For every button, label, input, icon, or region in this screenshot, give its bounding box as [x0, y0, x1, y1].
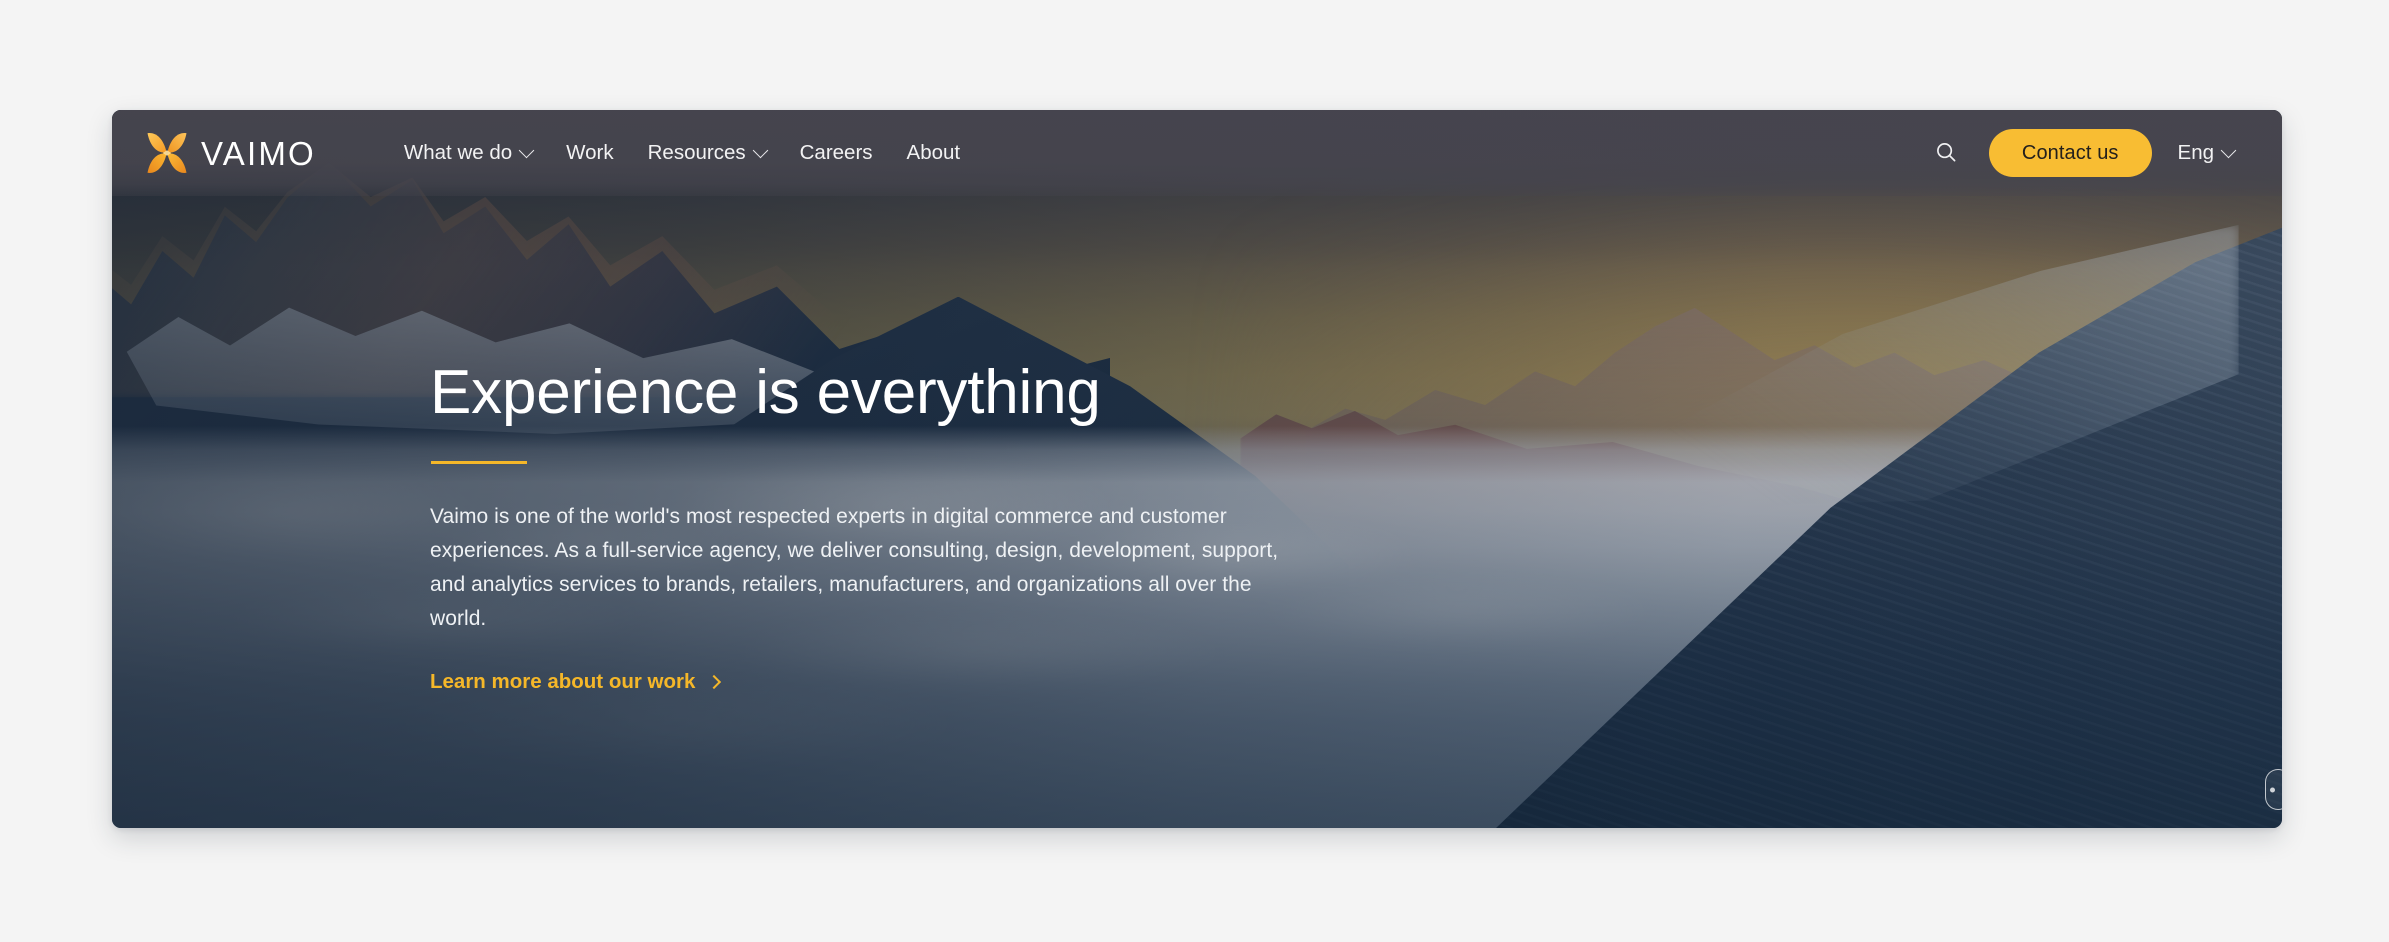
chevron-down-icon [752, 142, 768, 158]
hero-content: Experience is everything Vaimo is one of… [430, 358, 1310, 694]
chevron-down-icon [518, 142, 535, 158]
nav-item-label: What we do [403, 140, 513, 164]
hero-card: VAIMO What we do Work Resources Careers [112, 110, 2282, 828]
nav-item-careers[interactable]: Careers [799, 140, 873, 164]
hero-body-text: Vaimo is one of the world's most respect… [430, 504, 1279, 630]
language-selector[interactable]: Eng [2177, 140, 2237, 164]
header-actions: Contact us Eng [1929, 129, 2237, 177]
site-header: VAIMO What we do Work Resources Careers [112, 110, 2282, 196]
chevron-right-icon [707, 675, 722, 690]
page-root: VAIMO What we do Work Resources Careers [0, 0, 2389, 942]
chevron-down-icon [2220, 142, 2237, 158]
hero-divider-rule [431, 460, 527, 464]
logo[interactable]: VAIMO [146, 131, 316, 175]
hero-title: Experience is everything [430, 358, 1101, 427]
primary-navigation: What we do Work Resources Careers About [403, 140, 1929, 164]
nav-item-what-we-do[interactable]: What we do [403, 140, 535, 164]
nav-item-about[interactable]: About [906, 140, 961, 164]
nav-item-label: Careers [799, 140, 873, 164]
logo-wordmark: VAIMO [201, 134, 316, 172]
edge-tab-dot-icon [2270, 787, 2275, 792]
contact-us-button[interactable]: Contact us [1988, 129, 2152, 177]
nav-item-resources[interactable]: Resources [647, 140, 768, 164]
nav-item-label: Work [566, 140, 614, 164]
edge-tab-handle[interactable] [2265, 769, 2282, 810]
search-button[interactable] [1929, 136, 1963, 170]
learn-more-link[interactable]: Learn more about our work [430, 670, 722, 694]
nav-item-label: Resources [647, 140, 746, 164]
learn-more-label: Learn more about our work [430, 670, 696, 694]
nav-item-label: About [906, 140, 961, 164]
search-icon [1934, 140, 1958, 167]
nav-item-work[interactable]: Work [566, 140, 614, 164]
language-label: Eng [2177, 140, 2214, 164]
vaimo-x-butterfly-logo-icon [146, 131, 188, 175]
